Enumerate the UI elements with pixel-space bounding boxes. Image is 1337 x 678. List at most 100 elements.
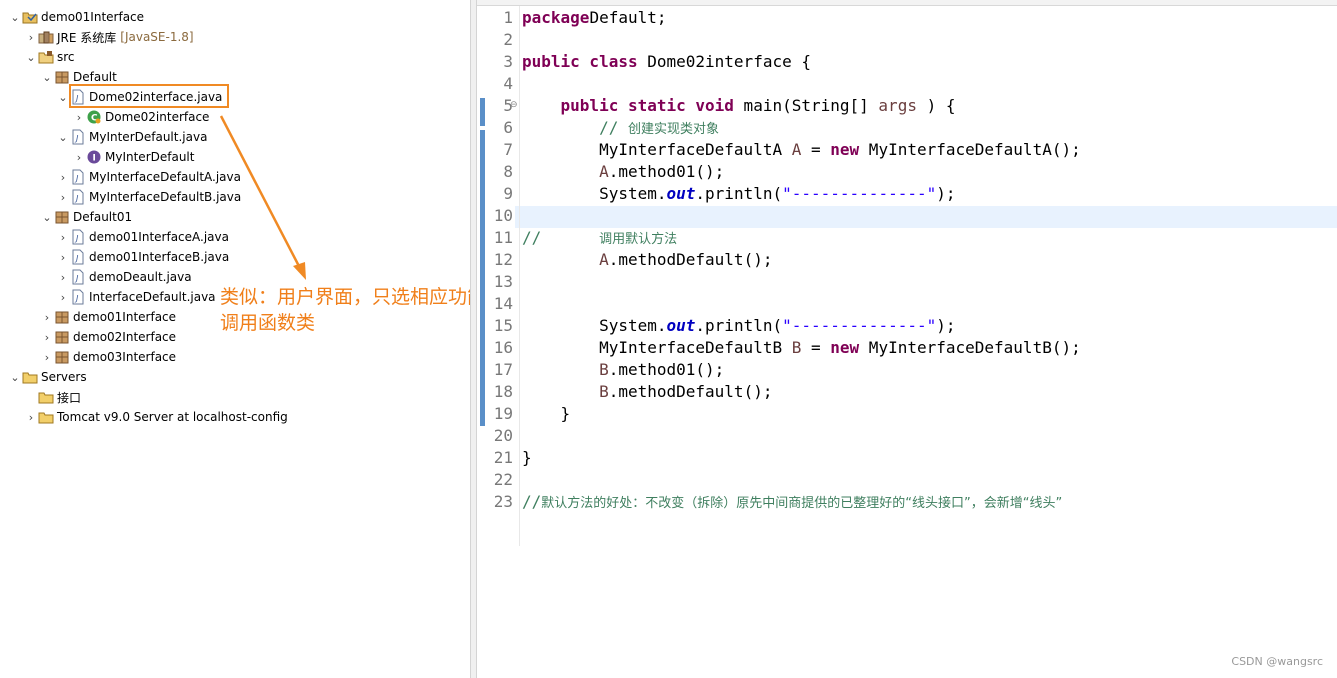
tree-item[interactable]: › I MyInterDefault xyxy=(72,147,195,167)
expanded-chevron-icon[interactable]: ⌄ xyxy=(24,50,38,64)
fold-toggle-icon[interactable]: ⊖ xyxy=(510,100,518,110)
code-token: Default; xyxy=(589,8,667,27)
tree-item[interactable]: › demo02Interface xyxy=(40,327,176,347)
collapsed-chevron-icon[interactable]: › xyxy=(56,290,70,304)
code-token: .method01(); xyxy=(608,360,725,379)
tree-item[interactable]: ⌄ J MyInterDefault.java xyxy=(56,127,207,147)
code-token: .method01(); xyxy=(608,162,725,181)
code-token: out xyxy=(666,316,696,335)
line-number: 7 xyxy=(503,140,513,159)
code-token: .methodDefault(); xyxy=(608,382,773,401)
code-line[interactable]: public class Dome02interface { xyxy=(522,52,811,71)
tree-item[interactable]: ⌄ Servers xyxy=(8,367,87,387)
tree-item[interactable]: › Jdemo01InterfaceA.java xyxy=(56,227,229,247)
line-number: 11 xyxy=(493,228,513,247)
collapsed-chevron-icon[interactable]: › xyxy=(24,410,38,424)
tree-item[interactable]: ⌄ Default01 xyxy=(40,207,132,227)
expanded-chevron-icon[interactable]: ⌄ xyxy=(40,210,54,224)
line-number: 9 xyxy=(503,184,513,203)
code-line[interactable]: MyInterfaceDefaultB B = new MyInterfaceD… xyxy=(522,338,1081,357)
collapsed-chevron-icon[interactable]: › xyxy=(56,250,70,264)
collapsed-chevron-icon[interactable]: › xyxy=(40,310,54,324)
line-number: 3 xyxy=(503,52,513,71)
code-token: A xyxy=(791,140,802,159)
code-token: "--------------" xyxy=(782,184,937,203)
tree-item[interactable]: › Jdemo01InterfaceB.java xyxy=(56,247,229,267)
tree-item-label: MyInterfaceDefaultB.java xyxy=(89,190,242,204)
code-token: } xyxy=(522,448,532,467)
collapsed-chevron-icon[interactable]: › xyxy=(56,190,70,204)
package-icon xyxy=(54,329,70,345)
code-line[interactable]: //默认方法的好处：不改变（拆除）原先中间商提供的已整理好的“线头接口”，会新增… xyxy=(522,492,1062,511)
collapsed-chevron-icon[interactable]: › xyxy=(40,350,54,364)
collapsed-chevron-icon[interactable]: › xyxy=(24,30,38,44)
class-icon: C xyxy=(86,109,102,125)
code-line[interactable]: public static void main(String[] args ) … xyxy=(522,96,956,115)
svg-text:I: I xyxy=(93,154,96,164)
code-line[interactable]: // 调用默认方法 xyxy=(522,228,677,247)
tree-item[interactable]: › J InterfaceDefault.java xyxy=(56,287,216,307)
tree-item-label: Servers xyxy=(41,370,87,384)
java-editor[interactable]: 1 packageDefault; 2 3 public class Dome02int… xyxy=(477,0,1337,678)
tree-item[interactable]: › C Dome02interface xyxy=(72,107,210,127)
code-line[interactable]: System.out.println("--------------"); xyxy=(522,184,955,203)
tree-item[interactable]: ⌄ demo01Interface xyxy=(8,7,144,27)
line-number: 19 xyxy=(493,404,513,423)
line-number: 14 xyxy=(493,294,513,313)
source-folder-icon xyxy=(38,49,54,65)
tree-item[interactable]: › demo01Interface xyxy=(40,307,176,327)
expanded-chevron-icon[interactable]: ⌄ xyxy=(8,370,22,384)
tree-item[interactable]: › JdemoDeault.java xyxy=(56,267,192,287)
tree-item[interactable]: › J MyInterfaceDefaultB.java xyxy=(56,187,241,207)
tree-item[interactable]: › demo03Interface xyxy=(40,347,176,367)
collapsed-chevron-icon[interactable]: › xyxy=(56,230,70,244)
tree-item-label: MyInterDefault.java xyxy=(89,130,208,144)
java-file-icon: J xyxy=(70,129,86,145)
collapsed-chevron-icon[interactable]: › xyxy=(56,270,70,284)
view-splitter[interactable] xyxy=(470,0,477,678)
expanded-chevron-icon[interactable]: ⌄ xyxy=(8,10,22,24)
collapsed-chevron-icon[interactable]: › xyxy=(56,170,70,184)
code-line[interactable]: } xyxy=(522,448,532,467)
code-token: 默认方法的好处：不改变（拆除）原先中间商提供的已整理好的“线头接口”，会新增“线… xyxy=(541,496,1063,511)
code-line[interactable]: packageDefault; xyxy=(522,8,667,27)
code-line[interactable]: // 创建实现类对象 xyxy=(522,118,719,137)
library-icon xyxy=(38,29,54,45)
expanded-chevron-icon[interactable]: ⌄ xyxy=(40,70,54,84)
code-line[interactable]: A.methodDefault(); xyxy=(522,250,772,269)
collapsed-chevron-icon[interactable]: › xyxy=(72,150,86,164)
java-file-icon: J xyxy=(70,169,86,185)
code-line[interactable]: B.method01(); xyxy=(522,360,724,379)
tree-item[interactable]: › Tomcat v9.0 Server at localhost-config xyxy=(24,407,288,427)
code-token: args xyxy=(878,96,917,115)
interface-icon: I xyxy=(86,149,102,165)
java-file-icon: J xyxy=(70,269,86,285)
collapsed-chevron-icon[interactable]: › xyxy=(72,110,86,124)
code-line[interactable]: } xyxy=(522,404,571,423)
code-line[interactable]: MyInterfaceDefaultA A = new MyInterfaceD… xyxy=(522,140,1081,159)
code-line[interactable]: B.methodDefault(); xyxy=(522,382,772,401)
tree-item[interactable]: ⌄ src xyxy=(24,47,74,67)
code-token: ); xyxy=(936,316,956,335)
collapsed-chevron-icon[interactable]: › xyxy=(40,330,54,344)
line-number: 21 xyxy=(493,448,513,467)
project-icon xyxy=(22,9,38,25)
tree-item[interactable]: 接口 xyxy=(24,387,81,407)
tree-item[interactable]: › JRE 系统库 [JavaSE-1.8] xyxy=(24,27,194,47)
editor-tab-strip[interactable] xyxy=(477,0,1337,6)
code-token: System. xyxy=(522,316,667,335)
code-line[interactable]: A.method01(); xyxy=(522,162,724,181)
code-token: MyInterfaceDefaultA(); xyxy=(859,140,1081,159)
code-token: package xyxy=(522,8,590,27)
line-number: 15 xyxy=(493,316,513,335)
expanded-chevron-icon[interactable]: ⌄ xyxy=(56,130,70,144)
code-line[interactable]: System.out.println("--------------"); xyxy=(522,316,956,335)
code-token: main(String[] xyxy=(733,96,879,115)
code-token: B xyxy=(599,382,609,401)
line-number: 6 xyxy=(503,118,513,137)
tree-item[interactable]: › J MyInterfaceDefaultA.java xyxy=(56,167,241,187)
tree-item-label: JRE 系统库 xyxy=(57,30,117,45)
code-token: MyInterfaceDefaultB xyxy=(522,338,792,357)
expanded-chevron-icon[interactable]: ⌄ xyxy=(56,90,70,104)
